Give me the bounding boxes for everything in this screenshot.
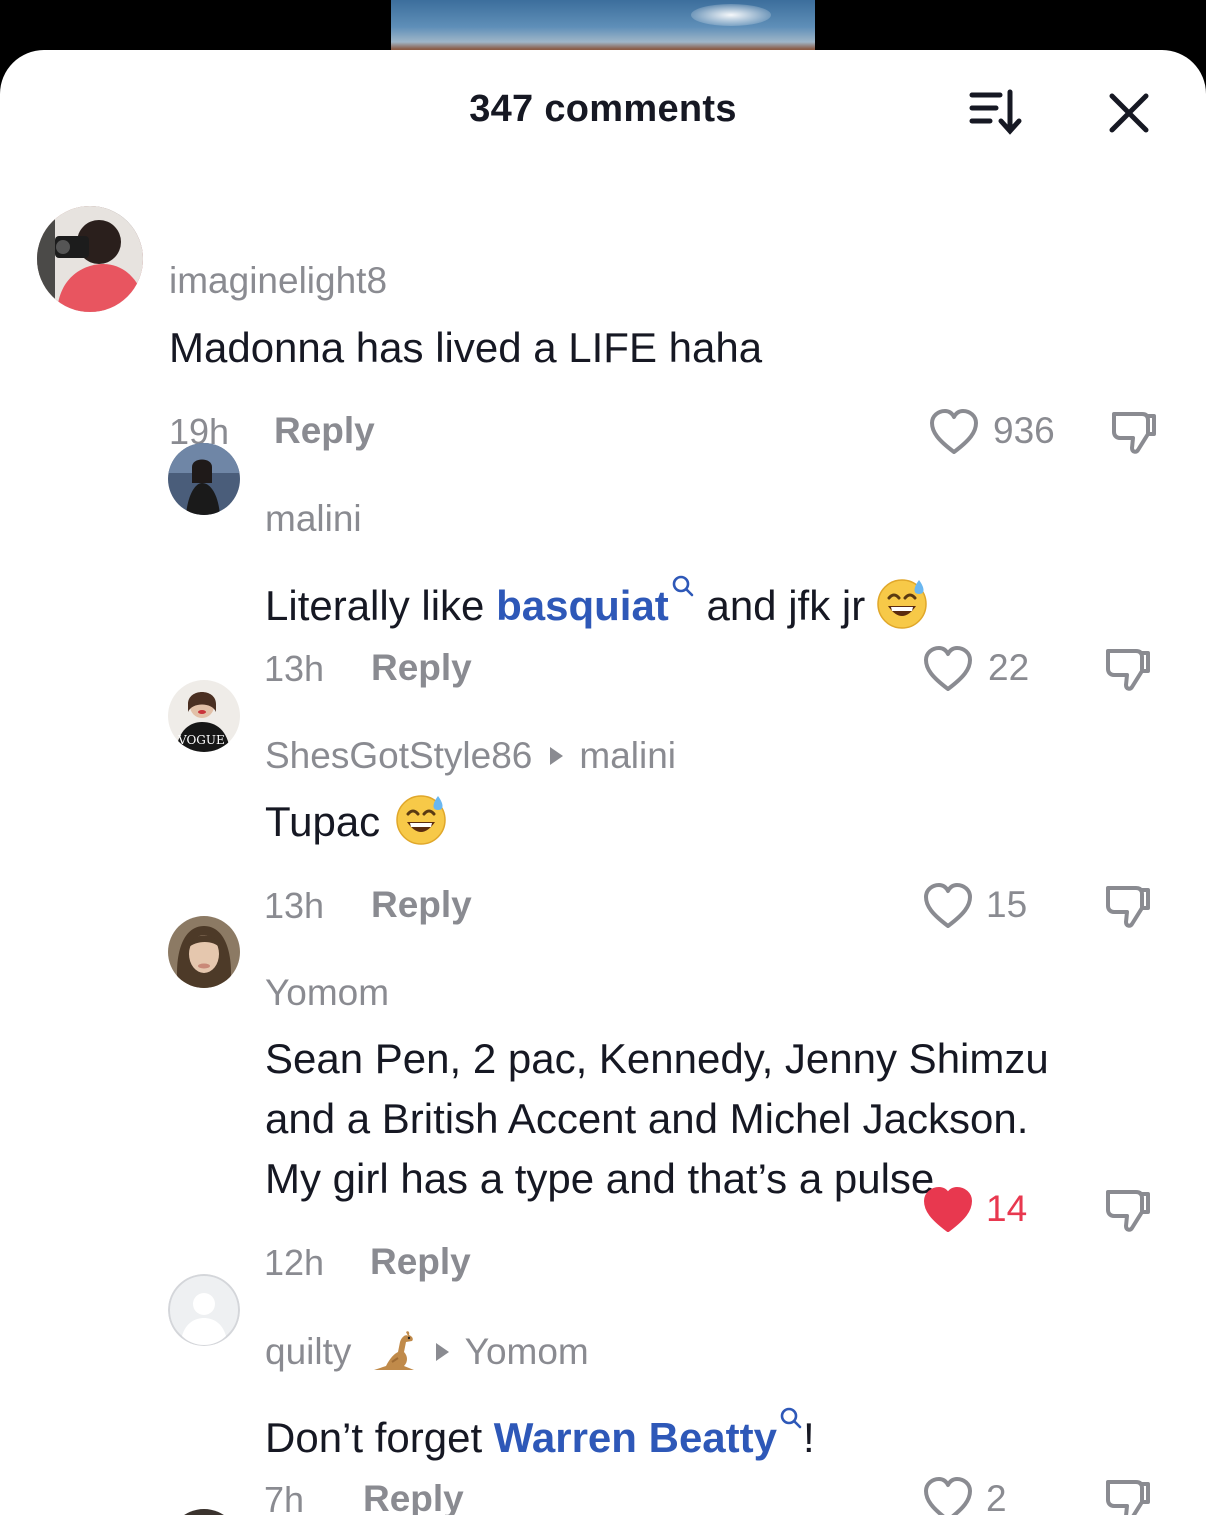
avatar[interactable] xyxy=(168,916,240,988)
reply-to-username[interactable]: Yomom xyxy=(465,1331,589,1372)
heart-icon[interactable] xyxy=(922,1476,974,1515)
sort-icon[interactable] xyxy=(966,86,1026,138)
comment-time: 7h xyxy=(264,1479,305,1515)
comment-username: ShesGotStyle86 malini xyxy=(265,735,676,777)
comment-text: Tupac xyxy=(265,792,448,862)
reply-to-arrow-icon xyxy=(550,747,564,765)
comment-text-part: Literally like xyxy=(265,582,497,629)
heart-filled-icon[interactable] xyxy=(922,1186,974,1234)
comment-username-link[interactable]: ShesGotStyle86 xyxy=(265,735,532,776)
like-count: 2 xyxy=(986,1478,1007,1515)
avatar[interactable] xyxy=(168,443,240,515)
avatar[interactable] xyxy=(168,1509,240,1515)
comment-text: Madonna has lived a LIFE haha xyxy=(169,324,763,371)
search-link[interactable]: basquiat xyxy=(496,582,669,629)
kangaroo-emoji xyxy=(368,1328,418,1381)
comment-text-part: ! xyxy=(803,1414,815,1461)
reply-to-username[interactable]: malini xyxy=(579,735,676,776)
comment-text: Sean Pen, 2 pac, Kennedy, Jenny Shimzu a… xyxy=(265,1029,1049,1209)
search-icon[interactable] xyxy=(779,1386,803,1446)
sweat-smile-emoji xyxy=(875,576,929,646)
comment-text: Literally like basquiat and jfk jr xyxy=(265,554,929,646)
search-icon[interactable] xyxy=(671,554,695,614)
avatar[interactable] xyxy=(37,206,143,312)
avatar[interactable]: VOGUE xyxy=(168,680,240,752)
reply-to-arrow-icon xyxy=(435,1343,449,1361)
comment-item: VOGUE ShesGotStyle86 malini Tupac 13h Rep… xyxy=(0,678,1206,928)
comment-username: quilty Yomom xyxy=(265,1328,589,1381)
comment-text-part: and jfk jr xyxy=(694,582,866,629)
comment-text-line: Sean Pen, 2 pac, Kennedy, Jenny Shimzu xyxy=(265,1035,1049,1082)
dislike-icon[interactable] xyxy=(1102,1184,1154,1236)
close-icon[interactable] xyxy=(1102,86,1156,140)
comment-item: quilty Yomom Don’t forget Warren Beatty!… xyxy=(0,1272,1206,1515)
comment-item: malini Literally like basquiat and jfk j… xyxy=(0,440,1206,691)
comment-text-line: and a British Accent and Michel Jackson. xyxy=(265,1095,1029,1142)
comment-username[interactable]: imaginelight8 xyxy=(169,260,387,302)
svg-text:VOGUE: VOGUE xyxy=(177,733,225,747)
comments-header: 347 comments xyxy=(0,50,1206,178)
avatar-placeholder[interactable] xyxy=(168,1274,240,1346)
comment-username-link[interactable]: quilty xyxy=(265,1331,351,1372)
dislike-icon[interactable] xyxy=(1102,1474,1154,1515)
sweat-smile-emoji xyxy=(394,792,448,862)
comment-item: imaginelight8 Madonna has lived a LIFE h… xyxy=(0,200,1206,454)
reply-button[interactable]: Reply xyxy=(363,1478,464,1515)
comment-text-part: Don’t forget xyxy=(265,1414,494,1461)
comment-text-part: Tupac xyxy=(265,798,381,845)
search-link[interactable]: Warren Beatty xyxy=(494,1414,777,1461)
comments-sheet: 347 comments imaginelight8 Madonna has l… xyxy=(0,50,1206,1515)
comment-username[interactable]: malini xyxy=(265,498,362,540)
comment-text: Don’t forget Warren Beatty! xyxy=(265,1386,815,1468)
comment-username[interactable]: Yomom xyxy=(265,972,389,1014)
like-count: 14 xyxy=(986,1188,1028,1229)
